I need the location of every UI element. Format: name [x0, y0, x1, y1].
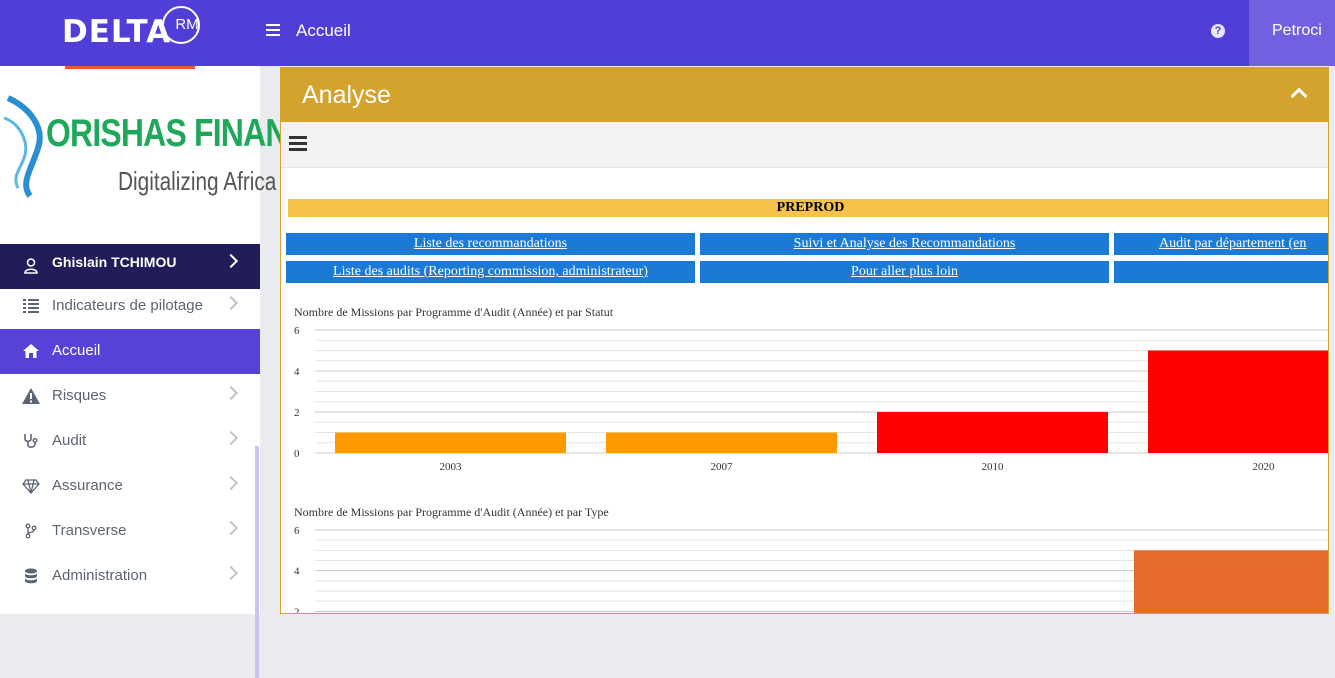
menu-toggle-icon[interactable]: [266, 24, 280, 36]
sidebar-item-label: Accueil: [52, 342, 101, 359]
sidebar-item-label: Transverse: [52, 522, 127, 539]
y-tick-label: 4: [294, 366, 300, 378]
page-title: Accueil: [296, 21, 351, 40]
y-tick-label: 6: [294, 525, 300, 537]
sidebar-item-administration[interactable]: Administration: [0, 554, 260, 599]
y-tick-label: 0: [294, 448, 300, 460]
chart-title: Nombre de Missions par Programme d'Audit…: [294, 505, 609, 519]
sidebar-item-assurance[interactable]: Assurance: [0, 464, 260, 509]
chevron-right-icon: [223, 475, 239, 491]
collapse-icon[interactable]: [1290, 87, 1308, 105]
chevron-right-icon: [223, 430, 239, 446]
brand-name: DELTA: [62, 14, 172, 50]
chart-title: Nombre de Missions par Programme d'Audit…: [294, 305, 614, 319]
bar[interactable]: [606, 432, 837, 454]
link-audit-departement[interactable]: Audit par département (en: [1114, 233, 1328, 255]
chevron-right-icon: [223, 565, 239, 581]
user-menu[interactable]: Petroci: [1249, 0, 1335, 66]
accent-strip: [65, 66, 195, 69]
bar[interactable]: [335, 432, 566, 454]
app-logo[interactable]: DELTA RM: [62, 6, 200, 52]
sidebar-item-transverse[interactable]: Transverse: [0, 509, 260, 554]
list-icon: [22, 297, 40, 315]
sidebar-item-accueil[interactable]: Accueil: [0, 329, 260, 374]
bar[interactable]: [1148, 350, 1329, 454]
company-logo: ORISHAS FINANCE Digitalizing Africa: [0, 88, 331, 208]
sidebar-item-label: Indicateurs de pilotage: [52, 297, 203, 314]
sidebar-item-indicateurs[interactable]: Indicateurs de pilotage: [0, 284, 260, 329]
chart-missions-type: 2 4 6: [294, 525, 1329, 614]
branch-icon: [22, 522, 40, 540]
analyse-panel: Analyse PREPROD Liste des recommandation…: [280, 67, 1329, 614]
bar[interactable]: [1134, 550, 1329, 614]
sidebar-item-label: Assurance: [52, 477, 123, 494]
stethoscope-icon: [22, 432, 40, 450]
link-empty[interactable]: [1114, 261, 1328, 283]
logo-tagline: Digitalizing Africa: [118, 166, 277, 196]
logo-swirl-icon: [3, 95, 43, 198]
warning-icon: [22, 387, 40, 405]
brand-badge: RM: [162, 6, 200, 44]
sidebar-user-name: Ghislain TCHIMOU: [52, 254, 177, 270]
sidebar-item-audit[interactable]: Audit: [0, 419, 260, 464]
top-navbar: DELTA RM Accueil ? Petroci: [0, 0, 1335, 66]
sidebar-item-label: Risques: [52, 387, 107, 404]
x-tick-label: 2007: [711, 461, 734, 473]
report-toolbar: [281, 122, 1328, 168]
sidebar-item-risques[interactable]: Risques: [0, 374, 260, 419]
y-tick-label: 2: [294, 407, 300, 419]
sidebar-item-label: Audit: [52, 432, 87, 449]
chevron-right-icon: [223, 295, 239, 311]
x-tick-label: 2003: [440, 461, 463, 473]
chevron-right-icon: [223, 520, 239, 536]
diamond-icon: [22, 477, 40, 495]
link-liste-recommandations[interactable]: Liste des recommandations: [286, 233, 695, 255]
link-suivi-analyse[interactable]: Suivi et Analyse des Recommandations: [700, 233, 1109, 255]
database-icon: [22, 567, 40, 585]
environment-banner: PREPROD: [288, 199, 1328, 217]
bar[interactable]: [877, 412, 1108, 453]
x-tick-label: 2010: [982, 461, 1005, 473]
x-tick-label: 2020: [1253, 461, 1276, 473]
panel-title: Analyse: [302, 81, 391, 109]
help-icon[interactable]: ?: [1211, 24, 1225, 38]
chevron-right-icon: [223, 253, 239, 269]
sidebar-item-label: Administration: [52, 567, 148, 584]
link-aller-plus-loin[interactable]: Pour aller plus loin: [700, 261, 1109, 283]
chart-missions-statut: 0 2 4 6 2003 2007 2010 2020: [294, 325, 1329, 473]
y-tick-label: 4: [294, 566, 300, 578]
sidebar-user[interactable]: Ghislain TCHIMOU: [0, 244, 260, 289]
panel-header: Analyse: [281, 68, 1328, 122]
chevron-right-icon: [223, 385, 239, 401]
user-icon: [22, 257, 40, 275]
home-icon: [22, 342, 40, 360]
y-tick-label: 6: [294, 325, 300, 337]
y-tick-label: 2: [294, 606, 300, 614]
link-liste-audits[interactable]: Liste des audits (Reporting commission, …: [286, 261, 695, 283]
menu-icon[interactable]: [289, 136, 307, 152]
